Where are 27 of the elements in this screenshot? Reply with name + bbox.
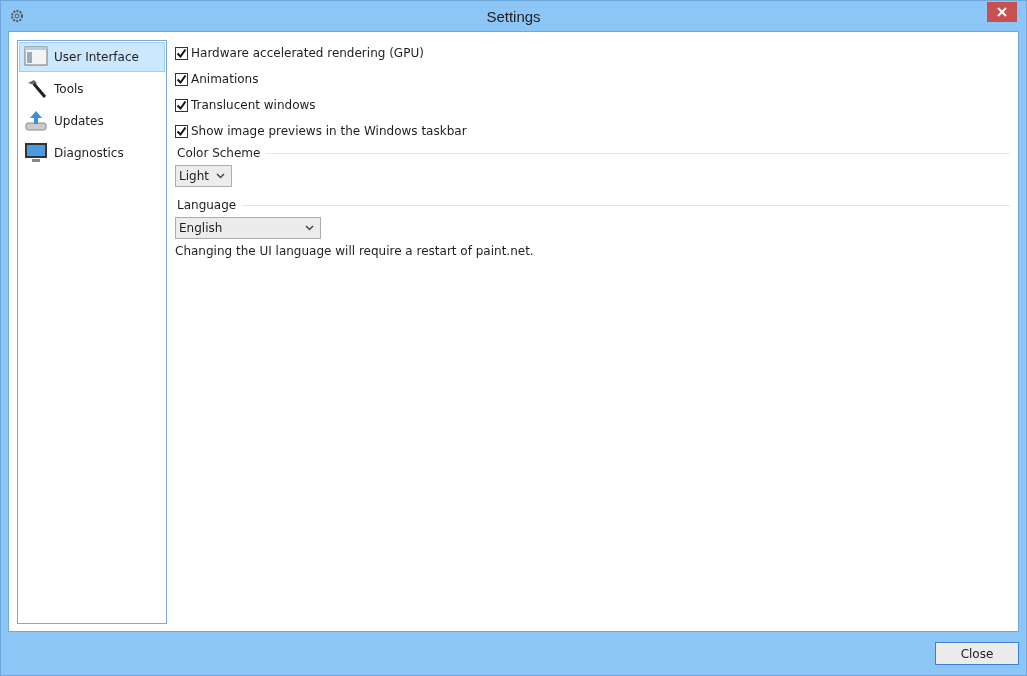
group-heading: Language (176, 198, 237, 212)
group-heading: Color Scheme (176, 146, 261, 160)
language-dropdown[interactable]: English (175, 217, 321, 239)
checkbox-label: Translucent windows (191, 98, 316, 112)
chevron-icon (216, 173, 225, 179)
checkbox[interactable] (175, 98, 188, 112)
checkbox[interactable] (175, 124, 188, 138)
monitor-icon (24, 141, 48, 165)
close-window-button[interactable] (987, 2, 1017, 22)
upload-icon (24, 109, 48, 133)
checkbox[interactable] (175, 46, 188, 60)
window-title: Settings (486, 7, 541, 25)
sidebar-item[interactable]: User Interface (19, 42, 165, 72)
sidebar-item[interactable]: Updates (19, 106, 165, 136)
close-icon (997, 7, 1007, 17)
color-scheme-dropdown[interactable]: Light (175, 165, 232, 187)
close-button[interactable]: Close (935, 642, 1019, 665)
checkbox-label: Hardware accelerated rendering (GPU) (191, 46, 424, 60)
window-icon (24, 45, 48, 69)
sidebar-item[interactable]: Tools (19, 74, 165, 104)
checkbox[interactable] (175, 72, 188, 86)
checkbox-label: Show image previews in the Windows taskbar (191, 124, 467, 138)
gear-icon (10, 9, 24, 23)
checkbox-label: Animations (191, 72, 259, 86)
sidebar-item[interactable]: Diagnostics (19, 138, 165, 168)
restart-note: Changing the UI language will require a restart of paint.net. (175, 244, 535, 258)
chevron-icon (305, 225, 314, 231)
